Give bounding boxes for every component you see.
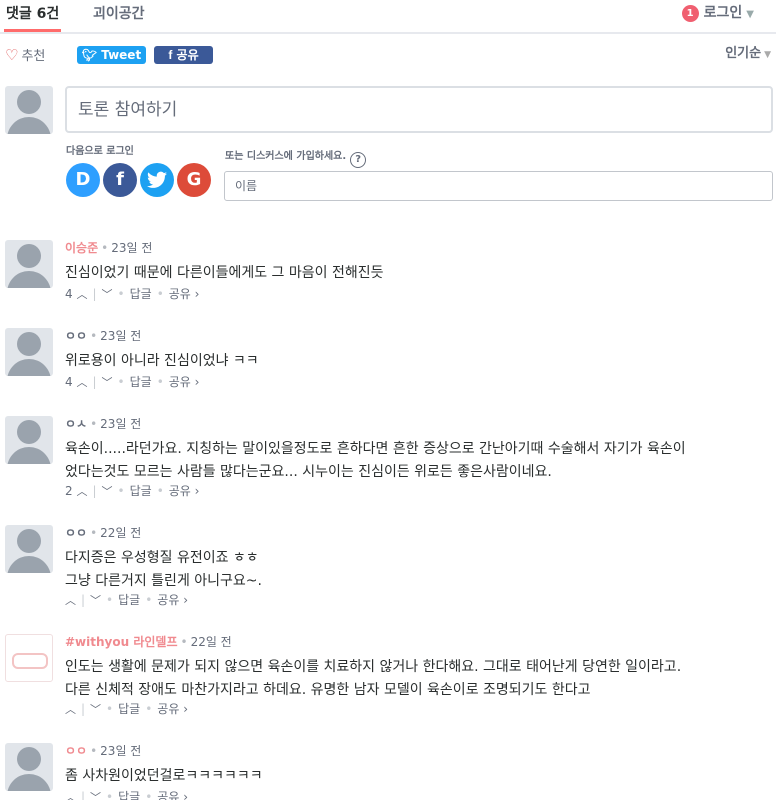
- discussion-actions: ♡ 추천 🐦︎ Tweet f 공유 인기순 ▼: [5, 45, 771, 65]
- tweet-label: Tweet: [101, 48, 142, 62]
- share-link[interactable]: 공유 ›: [169, 484, 200, 498]
- avatar[interactable]: [5, 743, 53, 791]
- chevron-down-icon: ▼: [746, 9, 754, 20]
- reply-link[interactable]: 답글: [118, 702, 140, 716]
- comment-footer: ︿ | ﹀ • 답글 • 공유 ›: [65, 702, 188, 716]
- upvote-icon[interactable]: ︿: [65, 703, 76, 716]
- user-avatar: [5, 86, 53, 134]
- downvote-icon[interactable]: ﹀: [102, 485, 113, 498]
- comment-composer-input[interactable]: 토론 참여하기: [65, 86, 773, 133]
- notification-badge[interactable]: 1: [681, 5, 699, 22]
- twitter-bird-icon: [147, 171, 167, 188]
- chevron-down-icon: ▼: [764, 50, 771, 60]
- comment-footer: 2 ︿ | ﹀ • 답글 • 공유 ›: [65, 484, 200, 498]
- upvote-icon[interactable]: ︿: [76, 376, 87, 389]
- avatar[interactable]: [5, 240, 53, 288]
- upvote-icon[interactable]: ︿: [65, 791, 76, 800]
- comment-time[interactable]: 23일 전: [100, 417, 141, 431]
- heart-icon: ♡: [5, 46, 19, 64]
- comment-footer: 4 ︿ | ﹀ • 답글 • 공유 ›: [65, 375, 200, 389]
- signup-text: 또는 디스커스에 가입하세요.: [225, 151, 347, 162]
- google-login-icon[interactable]: G: [177, 163, 211, 197]
- downvote-icon[interactable]: ﹀: [102, 288, 113, 301]
- signup-label: 또는 디스커스에 가입하세요.?: [225, 147, 367, 168]
- facebook-login-icon[interactable]: f: [103, 163, 137, 197]
- comment-time[interactable]: 22일 전: [100, 526, 141, 540]
- vote-count: 4: [65, 287, 73, 301]
- reply-link[interactable]: 답글: [130, 484, 152, 498]
- comment-footer: ︿ | ﹀ • 답글 • 공유 ›: [65, 789, 188, 800]
- comment-text: 진심이었기 때문에 다른이들에게도 그 마음이 전해진듯: [65, 265, 384, 281]
- login-menu[interactable]: 1 로그인 ▼: [681, 4, 754, 24]
- twitter-bird-icon: 🐦︎: [81, 48, 98, 62]
- comment-time[interactable]: 23일 전: [111, 241, 152, 255]
- comment-author[interactable]: ㅇㅅ: [65, 417, 87, 431]
- reply-link[interactable]: 답글: [130, 375, 152, 389]
- downvote-icon[interactable]: ﹀: [90, 791, 101, 800]
- avatar[interactable]: [5, 416, 53, 464]
- comment-author[interactable]: #withyou 라인델프: [65, 635, 177, 649]
- comment-time[interactable]: 22일 전: [191, 635, 232, 649]
- vote-count: 2: [65, 484, 73, 498]
- tweet-button[interactable]: 🐦︎ Tweet: [77, 46, 146, 64]
- comment-time[interactable]: 23일 전: [100, 329, 141, 343]
- disqus-login-icon[interactable]: D: [66, 163, 100, 197]
- comment-author[interactable]: 이승준: [65, 241, 98, 255]
- comment-text: 인도는 생활에 문제가 되지 않으면 육손이를 치료하지 않거나 한다해요. 그…: [65, 659, 682, 698]
- comment-text: 좀 사차원이었던걸로ㅋㅋㅋㅋㅋㅋ: [65, 768, 263, 784]
- downvote-icon[interactable]: ﹀: [90, 703, 101, 716]
- recommend-label: 추천: [21, 49, 46, 64]
- comment-text: 다지증은 우성형질 유전이죠 ㅎㅎ 그냥 다른거지 틀린게 아니구요~.: [65, 550, 262, 589]
- comment-text: 육손이.....라던가요. 지칭하는 말이있을정도로 흔하다면 흔한 증상으로 …: [65, 441, 686, 480]
- comment-author[interactable]: ㅇㅇ: [65, 526, 87, 540]
- login-label: 로그인: [703, 5, 743, 21]
- share-link[interactable]: 공유 ›: [157, 790, 188, 800]
- downvote-icon[interactable]: ﹀: [90, 594, 101, 607]
- comment-footer: ︿ | ﹀ • 답글 • 공유 ›: [65, 593, 188, 607]
- upvote-icon[interactable]: ︿: [76, 288, 87, 301]
- comment-footer: 4 ︿ | ﹀ • 답글 • 공유 ›: [65, 287, 200, 301]
- comment-author[interactable]: ㅇㅇ: [65, 744, 87, 758]
- comment-time[interactable]: 23일 전: [100, 744, 141, 758]
- share-link[interactable]: 공유 ›: [157, 593, 188, 607]
- upvote-icon[interactable]: ︿: [76, 485, 87, 498]
- avatar[interactable]: [5, 328, 53, 376]
- share-link[interactable]: 공유 ›: [169, 287, 200, 301]
- tab-community[interactable]: 괴이공간: [93, 4, 145, 32]
- reply-link[interactable]: 답글: [130, 287, 152, 301]
- twitter-login-icon[interactable]: [140, 163, 174, 197]
- recommend-button[interactable]: ♡ 추천: [5, 45, 45, 67]
- cake-icon: [12, 653, 48, 669]
- facebook-icon: f: [168, 48, 173, 62]
- vote-count: 4: [65, 375, 73, 389]
- tab-comments[interactable]: 댓글 6건: [4, 4, 62, 32]
- share-link[interactable]: 공유 ›: [169, 375, 200, 389]
- downvote-icon[interactable]: ﹀: [102, 376, 113, 389]
- comment-author[interactable]: ㅇㅇ: [65, 329, 87, 343]
- avatar[interactable]: [5, 525, 53, 573]
- login-with-label: 다음으로 로그인: [66, 146, 134, 157]
- name-field[interactable]: 이름: [224, 171, 773, 201]
- reply-link[interactable]: 답글: [118, 593, 140, 607]
- sort-label: 인기순: [725, 46, 762, 61]
- help-icon[interactable]: ?: [350, 152, 367, 168]
- upvote-icon[interactable]: ︿: [65, 594, 76, 607]
- share-label: 공유: [176, 48, 199, 62]
- share-link[interactable]: 공유 ›: [157, 702, 188, 716]
- discussion-header: 댓글 6건 괴이공간 1 로그인 ▼: [0, 0, 776, 34]
- facebook-share-button[interactable]: f 공유: [154, 46, 213, 64]
- sort-dropdown[interactable]: 인기순 ▼: [725, 45, 771, 64]
- comment-text: 위로용이 아니라 진심이었냐 ㅋㅋ: [65, 353, 259, 369]
- avatar[interactable]: [5, 634, 53, 682]
- reply-link[interactable]: 답글: [118, 790, 140, 800]
